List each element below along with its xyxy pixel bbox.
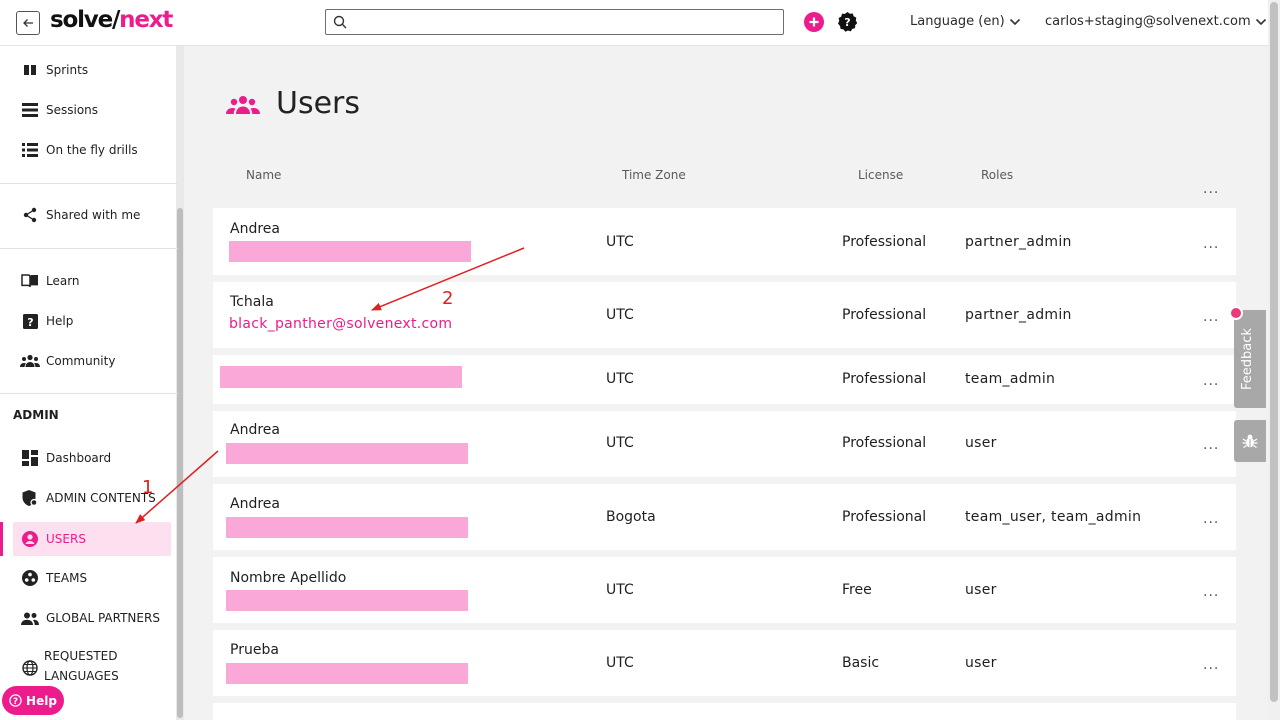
annotation-label-1: 1 (142, 477, 154, 498)
annotation-label-2: 2 (442, 288, 454, 309)
annotation-overlay (135, 247, 525, 524)
